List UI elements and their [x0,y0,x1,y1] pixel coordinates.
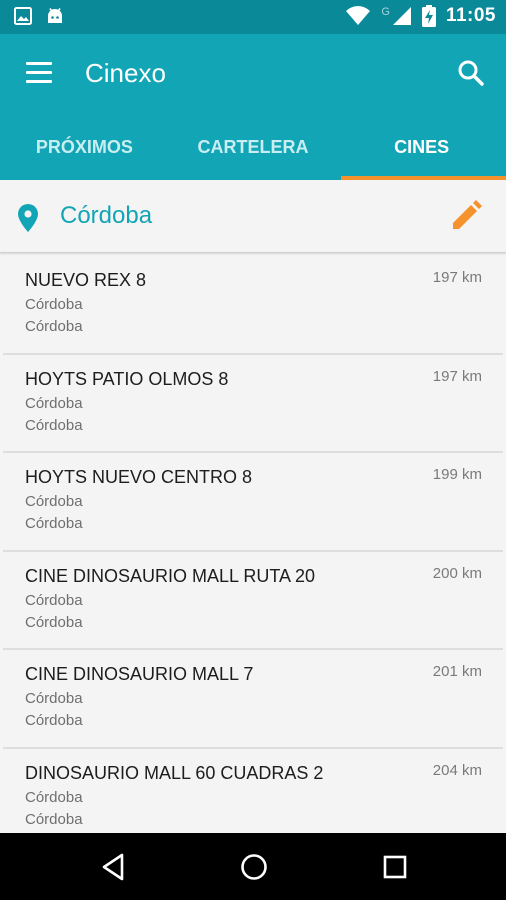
list-item[interactable]: NUEVO REX 8 Córdoba Córdoba 197 km [0,254,506,353]
battery-charging-icon [421,5,436,27]
list-item[interactable]: DINOSAURIO MALL 60 CUADRAS 2 Córdoba Cór… [0,746,506,834]
wifi-icon [346,6,371,26]
hamburger-menu-icon[interactable] [26,62,54,84]
cinema-distance: 197 km [432,367,482,385]
location-pin-icon [18,204,38,232]
cinema-name: HOYTS PATIO OLMOS 8 [25,368,229,389]
cinema-name: NUEVO REX 8 [25,270,147,290]
location-name: Córdoba [60,202,153,229]
location-header: Córdoba [0,180,506,253]
cinema-distance: 201 km [432,663,482,680]
cinema-city: Córdoba [25,394,83,412]
cinema-name: CINE DINOSAURIO MALL RUTA 20 [25,565,316,586]
home-icon[interactable] [238,851,270,883]
cinema-distance: 199 km [432,466,482,483]
cinema-province: Córdoba [25,416,83,434]
clock: 11:05 [445,5,496,26]
system-nav-bar [0,833,506,900]
status-bar: G 11:05 [0,0,506,34]
list-item[interactable]: HOYTS NUEVO CENTRO 8 Córdoba Córdoba 199… [0,451,506,550]
tab-proximos[interactable]: PRÓXIMOS [0,114,169,180]
cinema-name: CINE DINOSAURIO MALL 7 [25,664,254,684]
cinema-province: Córdoba [25,810,83,828]
cinema-province: Córdoba [25,613,83,631]
list-item[interactable]: HOYTS PATIO OLMOS 8 Córdoba Córdoba 197 … [0,352,506,452]
back-icon[interactable] [98,851,130,883]
list-item[interactable]: CINE DINOSAURIO MALL RUTA 20 Córdoba Cór… [0,549,506,649]
cinema-distance: 204 km [432,761,482,779]
cinema-province: Córdoba [25,318,83,335]
cinema-city: Córdoba [25,788,83,806]
signal-icon [392,7,411,25]
tab-bar: PRÓXIMOS CARTELERA CINES [0,114,506,180]
app-bar: Cinexo [0,34,506,114]
cinema-province: Córdoba [25,712,83,729]
cinema-distance: 197 km [432,269,482,286]
network-type-label: G [381,6,390,18]
android-icon [48,8,62,23]
cinema-name: DINOSAURIO MALL 60 CUADRAS 2 [25,762,324,783]
cinema-list: NUEVO REX 8 Córdoba Córdoba 197 km HOYTS… [0,254,506,833]
tab-cartelera[interactable]: CARTELERA [169,114,338,180]
app-title: Cinexo [85,58,166,88]
search-icon[interactable] [456,58,486,88]
cinema-city: Córdoba [25,690,83,707]
cinema-city: Córdoba [25,493,83,510]
pencil-edit-icon[interactable] [450,200,482,232]
tab-cines[interactable]: CINES [337,114,506,180]
cinema-city: Córdoba [25,591,83,609]
cinema-name: HOYTS NUEVO CENTRO 8 [25,467,253,487]
recents-icon[interactable] [379,851,411,883]
cinema-province: Córdoba [25,515,83,532]
image-icon [14,7,32,25]
list-item[interactable]: CINE DINOSAURIO MALL 7 Córdoba Córdoba 2… [0,648,506,747]
cinema-city: Córdoba [25,296,83,313]
cinema-distance: 200 km [432,564,482,582]
